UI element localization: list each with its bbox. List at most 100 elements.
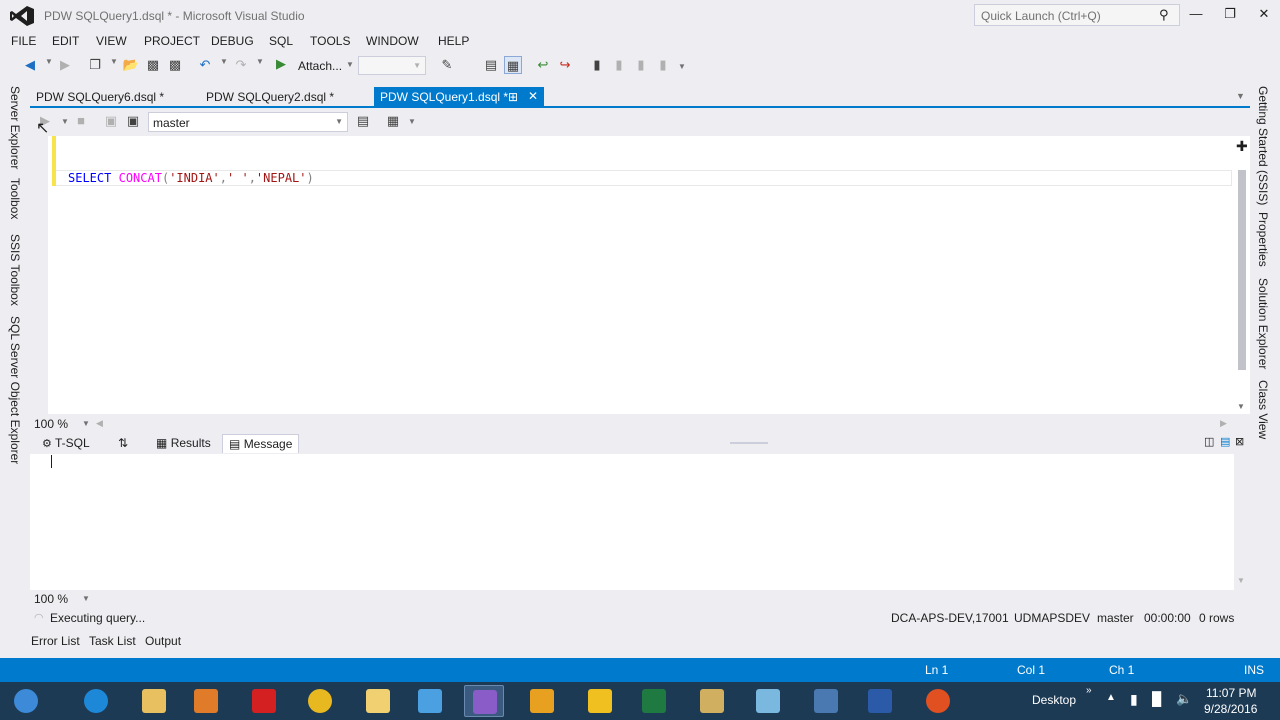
restore-button[interactable]: ❐ (1220, 6, 1240, 24)
stop-icon[interactable]: ■ (72, 112, 90, 130)
sql-code-line[interactable]: SELECT CONCAT('INDIA',' ','NEPAL') (68, 171, 314, 185)
tab-t-sql[interactable]: ⚙ T-SQL (36, 434, 96, 453)
prev-bookmark-icon[interactable]: ▮ (610, 56, 628, 74)
connect-icon[interactable]: ▣ (102, 112, 120, 130)
solution-config-dropdown[interactable]: ▼ (358, 56, 426, 75)
toggle-pane-button[interactable]: ⇅ (112, 434, 134, 453)
editor-zoom[interactable]: 100 % (34, 417, 68, 431)
database-select[interactable]: master ▼ (148, 112, 348, 132)
results-mode-dropdown-icon[interactable]: ▼ (408, 117, 416, 126)
splitter-grip[interactable] (730, 442, 768, 444)
tray-overflow-icon[interactable]: ▲ (1106, 692, 1116, 703)
tab-output[interactable]: Output (145, 634, 181, 648)
minimize-button[interactable]: — (1186, 6, 1206, 24)
tile-vertical-icon[interactable]: ◫ (1204, 435, 1214, 448)
taskbar-word[interactable] (860, 685, 900, 717)
save-all-icon[interactable]: ▩ (166, 56, 184, 74)
scroll-down-icon[interactable]: ▼ (1237, 402, 1245, 411)
tab-message[interactable]: ▤ Message (222, 434, 300, 453)
toggle-layout-icon[interactable]: ▦ (504, 56, 522, 74)
start-button[interactable] (4, 685, 48, 717)
taskbar-rdp[interactable] (806, 685, 846, 717)
editor-zoom-dropdown-icon[interactable]: ▼ (82, 419, 90, 428)
server-explorer-tab[interactable]: Server Explorer (8, 86, 22, 169)
network-icon[interactable]: █ (1152, 691, 1161, 706)
taskbar-chrome[interactable] (300, 685, 340, 717)
taskbar-recorder[interactable] (918, 685, 958, 717)
change-connection-icon[interactable]: ▣ (124, 112, 142, 130)
taskbar-visual-studio[interactable] (464, 685, 504, 717)
navigate-back-icon[interactable]: ◀ (21, 56, 39, 74)
toolbar-overflow-icon[interactable]: ▼ (678, 62, 686, 71)
redo-dropdown-icon[interactable]: ▼ (256, 57, 264, 66)
tile-horizontal-icon[interactable]: ▤ (1220, 435, 1230, 448)
clock-time[interactable]: 11:07 PM (1206, 686, 1256, 700)
menu-debug[interactable]: DEBUG (211, 34, 254, 48)
execute-dropdown-icon[interactable]: ▼ (61, 117, 69, 126)
properties-tab[interactable]: Properties (1256, 212, 1270, 267)
step-cancel-icon[interactable]: ↪ (556, 56, 574, 74)
taskbar-explorer[interactable] (134, 685, 174, 717)
clear-bookmarks-icon[interactable]: ▮ (654, 56, 672, 74)
results-zoom[interactable]: 100 % (34, 592, 68, 606)
taskbar-excel[interactable] (634, 685, 674, 717)
step-back-icon[interactable]: ↩ (534, 56, 552, 74)
bookmark-icon[interactable]: ▮ (588, 56, 606, 74)
taskbar-outlook[interactable] (522, 685, 562, 717)
close-results-icon[interactable]: ⊠ (1235, 435, 1244, 448)
estimated-plan-icon[interactable]: ▤ (354, 112, 372, 130)
tab-pdw-sqlquery2[interactable]: PDW SQLQuery2.dsql * (200, 87, 340, 107)
taskbar-tools[interactable] (692, 685, 732, 717)
tab-pdw-sqlquery1[interactable]: PDW SQLQuery1.dsql * ⊞ ✕ (374, 87, 544, 107)
taskbar-powerbi[interactable] (580, 685, 620, 717)
results-zoom-dropdown-icon[interactable]: ▼ (82, 594, 90, 603)
clock-date[interactable]: 9/28/2016 (1204, 702, 1257, 716)
ssis-toolbox-tab[interactable]: SSIS Toolbox (8, 234, 22, 306)
taskbar-notepad[interactable] (748, 685, 788, 717)
results-to-grid-icon[interactable]: ▦ (384, 112, 402, 130)
navigate-forward-icon[interactable]: ▶ (56, 56, 74, 74)
desktop-toolbar-label[interactable]: Desktop (1032, 693, 1076, 707)
tab-error-list[interactable]: Error List (31, 634, 80, 648)
back-dropdown-icon[interactable]: ▼ (45, 57, 53, 66)
scroll-right-icon[interactable]: ▶ (1220, 418, 1227, 429)
close-window-button[interactable]: ✕ (1254, 6, 1274, 24)
getting-started-tab[interactable]: Getting Started (SSIS) (1256, 86, 1270, 205)
open-file-icon[interactable]: 📂 (122, 56, 140, 74)
taskbar-rsa[interactable] (244, 685, 284, 717)
tab-list-dropdown-icon[interactable]: ▼ (1236, 91, 1245, 101)
tab-results[interactable]: ▦ Results (150, 434, 217, 453)
new-project-icon[interactable]: ❐ (86, 56, 104, 74)
taskbar-ie[interactable] (76, 685, 116, 717)
pin-icon[interactable]: ⊞ (508, 90, 518, 104)
undo-dropdown-icon[interactable]: ▼ (220, 57, 228, 66)
menu-edit[interactable]: EDIT (52, 34, 79, 48)
menu-file[interactable]: FILE (11, 34, 36, 48)
taskbar-lync[interactable] (410, 685, 450, 717)
volume-icon[interactable]: 🔈 (1176, 691, 1192, 707)
new-project-dropdown-icon[interactable]: ▼ (110, 57, 118, 66)
tab-pdw-sqlquery6[interactable]: PDW SQLQuery6.dsql * (30, 87, 170, 107)
scroll-left-icon[interactable]: ◀ (96, 418, 103, 429)
close-tab-icon[interactable]: ✕ (528, 89, 538, 103)
toolbox-tab[interactable]: Toolbox (8, 178, 22, 219)
editor-scroll-thumb[interactable] (1238, 170, 1246, 370)
quick-launch-input[interactable]: Quick Launch (Ctrl+Q) ⚲ (974, 4, 1180, 26)
menu-tools[interactable]: TOOLS (310, 34, 350, 48)
battery-icon[interactable]: ▮ (1130, 691, 1138, 708)
split-editor-icon[interactable]: ✚ (1236, 138, 1248, 155)
message-panel[interactable] (30, 454, 1234, 590)
layout-icon[interactable]: ▤ (482, 56, 500, 74)
menu-window[interactable]: WINDOW (366, 34, 419, 48)
redo-icon[interactable]: ↷ (232, 56, 250, 74)
find-icon[interactable]: ✎ (438, 56, 456, 74)
tab-task-list[interactable]: Task List (89, 634, 136, 648)
solution-explorer-tab[interactable]: Solution Explorer (1256, 278, 1270, 369)
results-scroll-down-icon[interactable]: ▼ (1237, 576, 1245, 585)
sql-server-object-explorer-tab[interactable]: SQL Server Object Explorer (8, 316, 22, 464)
undo-icon[interactable]: ↶ (196, 56, 214, 74)
menu-help[interactable]: HELP (438, 34, 469, 48)
taskbar-media[interactable] (186, 685, 226, 717)
class-view-tab[interactable]: Class View (1256, 380, 1270, 439)
toolbar-chevron-icon[interactable]: » (1086, 685, 1092, 696)
